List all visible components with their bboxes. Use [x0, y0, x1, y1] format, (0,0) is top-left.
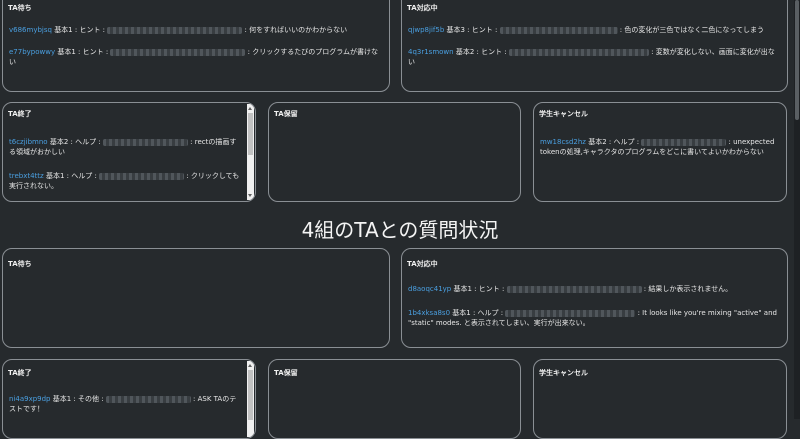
question-type: 基本1 : ヘルプ : [45, 172, 100, 180]
scrollbar-thumb[interactable] [248, 370, 253, 420]
question-type: 基本2 : ヘルプ : [588, 138, 642, 146]
panel-ta-hold: TA保留 [268, 102, 521, 202]
panel-title: 学生キャンセル [539, 369, 588, 377]
question-type: 基本2 : ヒント : [455, 48, 509, 56]
panel-title: TA待ち [8, 4, 32, 12]
panel-title: TA終了 [8, 369, 32, 377]
list-item: trebxt4ttz 基本1 : ヘルプ : : クリックしても実行されない。 [9, 171, 241, 191]
scroll-up-arrow-icon[interactable] [248, 364, 252, 367]
panel-student-cancel: 学生キャンセル mw18csd2hz 基本2 : ヘルプ : : unexpec… [533, 102, 787, 202]
question-text: : 色の変化が三色ではなく二色になってしまう [617, 26, 765, 34]
panel-title: TA保留 [274, 369, 298, 377]
list-item: d8aoqc41yp 基本1 : ヒント : : 結果しか表示されません。 [408, 284, 781, 294]
panel-student-cancel: 学生キャンセル [533, 359, 787, 439]
student-id-link[interactable]: mw18csd2hz [540, 138, 586, 146]
redacted-text [110, 48, 246, 56]
question-type: 基本1 : ヒント : [54, 26, 108, 34]
panel-scrollbar[interactable] [247, 361, 254, 437]
redacted-text [641, 138, 727, 146]
panel-title: TA終了 [8, 110, 32, 118]
question-type: 基本1 : その他 : [52, 395, 106, 403]
panel-ta-waiting: TA待ち v686mybjsq 基本1 : ヒント : : 何をすればいいのかわ… [2, 0, 390, 92]
panel-title: TA保留 [274, 110, 298, 118]
student-id-link[interactable]: 1b4xksa8s0 [408, 309, 450, 317]
scroll-up-arrow-icon[interactable] [248, 107, 252, 110]
scrollbar-thumb[interactable] [248, 113, 253, 155]
panel-scrollbar[interactable] [247, 104, 254, 200]
panel-title: TA対応中 [407, 4, 438, 12]
redacted-text [505, 309, 636, 317]
panel-ta-hold: TA保留 [268, 359, 521, 439]
student-id-link[interactable]: v686mybjsq [9, 26, 52, 34]
student-id-link[interactable]: trebxt4ttz [9, 172, 44, 180]
list-item: 1b4xksa8s0 基本1 : ヘルプ : : It looks like y… [408, 308, 781, 328]
question-type: 基本1 : ヘルプ : [452, 309, 506, 317]
question-type: 基本1 : ヒント : [57, 48, 111, 56]
panel-title: 学生キャンセル [539, 110, 588, 118]
list-item: t6czjibmno 基本2 : ヘルプ : : rectの描画する領域がおかし… [9, 137, 241, 157]
class-section-heading: 4組のTAとの質問状況 [301, 218, 499, 242]
question-text: : 結果しか表示されません。 [641, 285, 733, 293]
student-id-link[interactable]: d8aoqc41yp [408, 285, 451, 293]
question-type: 基本2 : ヘルプ : [49, 138, 103, 146]
list-item: ni4a9xp9dp 基本1 : その他 : : ASK TAのテストです！ [9, 394, 241, 414]
list-item: e77bypowwy 基本1 : ヒント : : クリックするたびのプログラムが… [9, 47, 383, 67]
panel-ta-done: TA終了 ni4a9xp9dp 基本1 : その他 : : ASK TAのテスト… [2, 359, 256, 439]
panel-title: TA待ち [8, 260, 32, 268]
student-id-link[interactable]: qjwp8jif5b [408, 26, 444, 34]
redacted-text [508, 48, 649, 56]
redacted-text [99, 172, 185, 180]
scroll-down-arrow-icon[interactable] [248, 194, 252, 197]
page-scrollbar[interactable] [794, 0, 800, 419]
panel-ta-handling: TA対応中 qjwp8jif5b 基本3 : ヒント : : 色の変化が三色では… [401, 0, 788, 92]
redacted-text [107, 26, 243, 34]
list-item: v686mybjsq 基本1 : ヒント : : 何をすればいいのかわからない [9, 25, 383, 35]
panel-ta-done: TA終了 t6czjibmno 基本2 : ヘルプ : : rectの描画する領… [2, 102, 256, 202]
redacted-text [506, 285, 642, 293]
student-id-link[interactable]: 4q3r1smown [408, 48, 454, 56]
question-type: 基本1 : ヒント : [453, 285, 507, 293]
redacted-text [102, 138, 188, 146]
page-scrollbar-thumb[interactable] [795, 0, 799, 120]
panel-ta-handling: TA対応中 d8aoqc41yp 基本1 : ヒント : : 結果しか表示されま… [401, 248, 788, 348]
student-id-link[interactable]: e77bypowwy [9, 48, 55, 56]
question-text: : 何をすればいいのかわからない [242, 26, 348, 34]
question-type: 基本3 : ヒント : [446, 26, 500, 34]
list-item: mw18csd2hz 基本2 : ヘルプ : : unexpected toke… [540, 137, 780, 157]
panel-title: TA対応中 [407, 260, 438, 268]
redacted-text [499, 26, 618, 34]
panel-ta-waiting: TA待ち [2, 248, 390, 348]
student-id-link[interactable]: ni4a9xp9dp [9, 395, 51, 403]
list-item: 4q3r1smown 基本2 : ヒント : : 変数が変化しない、画面に変化が… [408, 47, 781, 67]
student-id-link[interactable]: t6czjibmno [9, 138, 48, 146]
list-item: qjwp8jif5b 基本3 : ヒント : : 色の変化が三色ではなく二色にな… [408, 25, 781, 35]
redacted-text [105, 395, 191, 403]
